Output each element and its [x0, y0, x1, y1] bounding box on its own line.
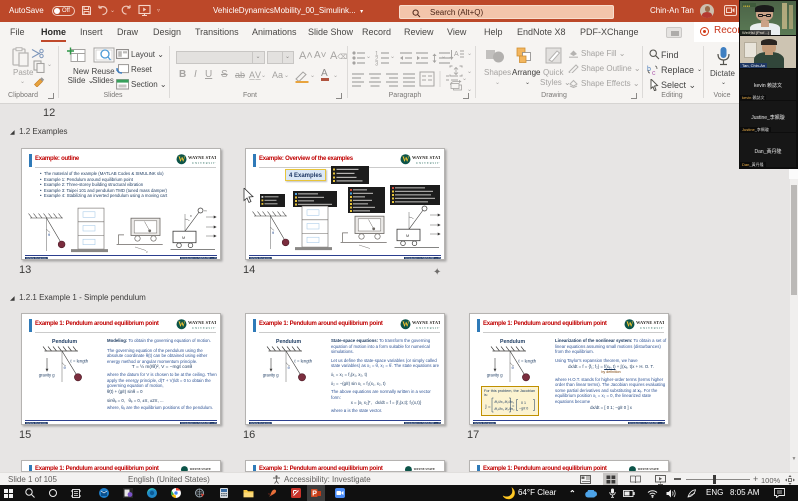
- svg-text:WAYNE STATE: WAYNE STATE: [412, 320, 440, 325]
- svg-text:Pendulum: Pendulum: [52, 339, 77, 345]
- svg-text:𝕁 =: 𝕁 =: [485, 404, 491, 409]
- svg-text:θ: θ: [512, 365, 515, 370]
- svg-text:ℓ = length: ℓ = length: [519, 359, 537, 364]
- svg-text:μ: μ: [146, 250, 148, 254]
- svg-text:θ: θ: [190, 214, 192, 218]
- svg-text:0 1: 0 1: [521, 401, 526, 405]
- svg-text:−g/ℓ 0: −g/ℓ 0: [519, 407, 528, 411]
- svg-text:b: b: [647, 66, 651, 73]
- svg-text:W: W: [626, 321, 633, 329]
- svg-text:ℓ = length: ℓ = length: [71, 359, 89, 364]
- svg-text:W: W: [178, 321, 185, 329]
- svg-text:W: W: [178, 156, 185, 164]
- svg-text:=: =: [512, 403, 515, 408]
- svg-text:gravity g: gravity g: [39, 373, 55, 378]
- svg-text:WAYNE STATE: WAYNE STATE: [636, 320, 664, 325]
- svg-text:θ: θ: [48, 233, 50, 237]
- svg-text:UNIVERSITY: UNIVERSITY: [416, 326, 440, 330]
- svg-text:m: m: [204, 209, 207, 213]
- svg-text:W: W: [402, 321, 409, 329]
- svg-text:M: M: [182, 236, 185, 240]
- svg-text:WAYNE STATE: WAYNE STATE: [638, 467, 659, 471]
- svg-text:UNIVERSITY: UNIVERSITY: [640, 326, 664, 330]
- svg-text:c: c: [652, 70, 656, 76]
- svg-text:WAYNE STATE: WAYNE STATE: [188, 155, 216, 160]
- svg-text:Pendulum: Pendulum: [276, 339, 301, 345]
- svg-text:WAYNE STATE: WAYNE STATE: [414, 467, 435, 471]
- svg-text:θ: θ: [288, 365, 291, 370]
- svg-text:gravity g: gravity g: [487, 373, 503, 378]
- svg-text:WAYNE STATE: WAYNE STATE: [188, 320, 216, 325]
- svg-text:gravity g: gravity g: [263, 373, 279, 378]
- svg-text:A: A: [454, 51, 459, 58]
- svg-text:θ: θ: [272, 231, 274, 235]
- svg-text:θ: θ: [64, 365, 67, 370]
- svg-text:UNIVERSITY: UNIVERSITY: [192, 326, 216, 330]
- svg-text:P: P: [312, 491, 317, 498]
- svg-text:ℓ = length: ℓ = length: [295, 359, 313, 364]
- svg-text:Pendulum: Pendulum: [500, 339, 525, 345]
- svg-text:3: 3: [375, 62, 379, 67]
- svg-text:M: M: [406, 234, 409, 238]
- svg-text:UNIVERSITY: UNIVERSITY: [192, 161, 216, 165]
- svg-text:WAYNE STATE: WAYNE STATE: [190, 467, 211, 471]
